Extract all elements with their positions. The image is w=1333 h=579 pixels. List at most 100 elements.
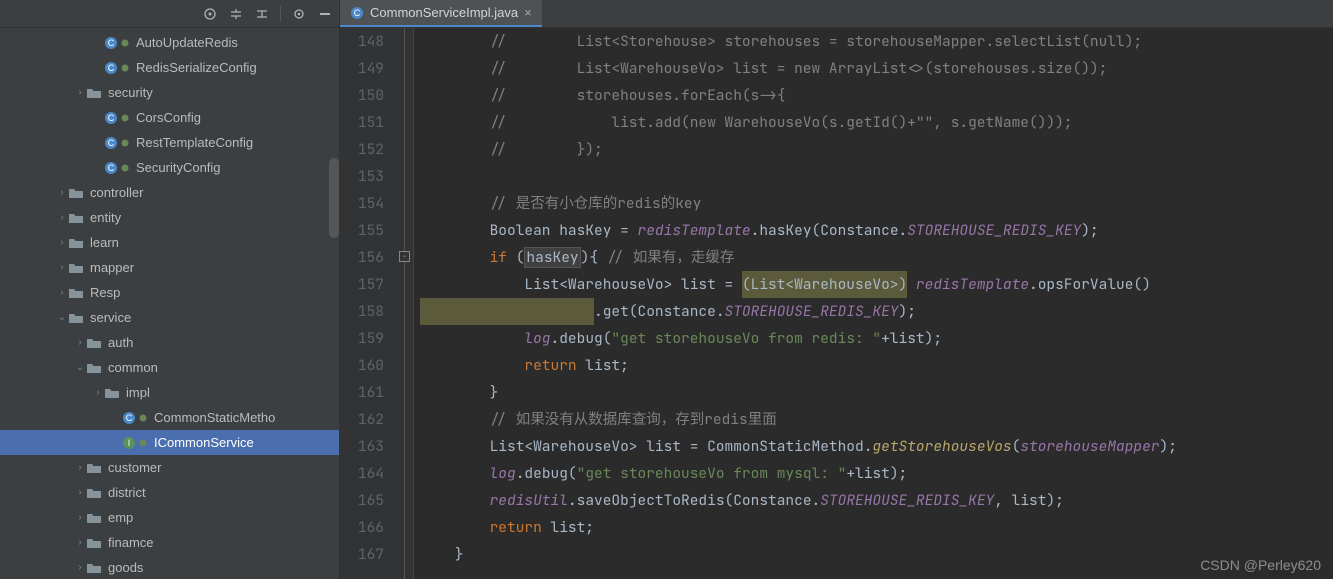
tree-item-goods[interactable]: ›goods — [0, 555, 339, 579]
expand-all-icon[interactable] — [228, 6, 244, 22]
tree-item-customer[interactable]: ›customer — [0, 455, 339, 480]
line-number: 153 — [340, 163, 384, 190]
code-line-163[interactable]: List<WarehouseVo> list = CommonStaticMet… — [420, 433, 1333, 460]
tree-arrow[interactable]: › — [74, 487, 86, 498]
close-icon[interactable]: × — [524, 5, 532, 20]
code-line-152[interactable]: // }); — [420, 136, 1333, 163]
tree-item-icommonservice[interactable]: IICommonService — [0, 430, 339, 455]
tree-item-security[interactable]: › security — [0, 80, 339, 105]
tree-arrow[interactable]: › — [74, 562, 86, 573]
code-line-160[interactable]: return list; — [420, 352, 1333, 379]
code-line-151[interactable]: // list.add(new WarehouseVo(s.getId()+""… — [420, 109, 1333, 136]
code-line-153[interactable] — [420, 163, 1333, 190]
folder-icon — [68, 236, 84, 250]
tree-item-common[interactable]: ⌄common — [0, 355, 339, 380]
folder-icon — [104, 386, 120, 400]
code-line-165[interactable]: redisUtil.saveObjectToRedis(Constance.ST… — [420, 487, 1333, 514]
tree-arrow[interactable]: › — [56, 212, 68, 223]
code-line-161[interactable]: } — [420, 379, 1333, 406]
code-line-167[interactable]: } — [420, 541, 1333, 568]
code-line-164[interactable]: log.debug("get storehouseVo from mysql: … — [420, 460, 1333, 487]
code-line-149[interactable]: // List<WarehouseVo> list = new ArrayLis… — [420, 55, 1333, 82]
tree-arrow[interactable]: › — [56, 187, 68, 198]
svg-text:C: C — [354, 8, 361, 18]
tree-item-controller[interactable]: › controller — [0, 180, 339, 205]
code-line-158[interactable]: .get(Constance.STOREHOUSE_REDIS_KEY); — [420, 298, 1333, 325]
code-area[interactable]: // List<Storehouse> storehouses = storeh… — [414, 28, 1333, 579]
code-line-157[interactable]: List<WarehouseVo> list = (List<Warehouse… — [420, 271, 1333, 298]
tree-item-impl[interactable]: › impl — [0, 380, 339, 405]
fold-marker[interactable]: − — [399, 251, 410, 262]
code-line-162[interactable]: // 如果没有从数据库查询，存到redis里面 — [420, 406, 1333, 433]
hide-icon[interactable] — [317, 6, 333, 22]
tree-scrollbar[interactable] — [329, 158, 339, 238]
tree-label: entity — [90, 210, 121, 225]
svg-text:C: C — [108, 163, 115, 173]
class-icon: C — [104, 111, 130, 125]
tree-item-mapper[interactable]: ›mapper — [0, 255, 339, 280]
project-tree[interactable]: C AutoUpdateRedis CRedisSerializeConfig › se… — [0, 28, 339, 579]
tree-label: AutoUpdateRedis — [136, 35, 238, 50]
tree-item-service[interactable]: ⌄service — [0, 305, 339, 330]
class-icon: C — [104, 36, 130, 50]
code-line-155[interactable]: Boolean hasKey = redisTemplate.hasKey(Co… — [420, 217, 1333, 244]
tree-label: controller — [90, 185, 143, 200]
tree-label: learn — [90, 235, 119, 250]
tree-arrow[interactable]: ⌄ — [56, 312, 68, 323]
tree-arrow[interactable]: › — [74, 337, 86, 348]
target-icon[interactable] — [202, 6, 218, 22]
line-number: 161 — [340, 379, 384, 406]
line-gutter: 1481491501511521531541551561571581591601… — [340, 28, 396, 579]
collapse-all-icon[interactable] — [254, 6, 270, 22]
tree-item-auth[interactable]: ›auth — [0, 330, 339, 355]
tree-label: security — [108, 85, 153, 100]
line-number: 159 — [340, 325, 384, 352]
code-line-156[interactable]: if (hasKey){ // 如果有，走缓存 — [420, 244, 1333, 271]
folder-icon — [68, 186, 84, 200]
code-line-150[interactable]: // storehouses.forEach(s->{ — [420, 82, 1333, 109]
tree-label: CorsConfig — [136, 110, 201, 125]
tree-arrow[interactable]: ⌄ — [74, 362, 86, 373]
code-line-166[interactable]: return list; — [420, 514, 1333, 541]
tree-arrow[interactable]: › — [56, 262, 68, 273]
tree-item-district[interactable]: ›district — [0, 480, 339, 505]
tree-item-emp[interactable]: › emp — [0, 505, 339, 530]
gear-icon[interactable] — [291, 6, 307, 22]
class-icon: C — [122, 411, 148, 425]
tree-arrow[interactable]: › — [74, 462, 86, 473]
tree-label: impl — [126, 385, 150, 400]
tree-item-commonstaticmetho[interactable]: CCommonStaticMetho — [0, 405, 339, 430]
tree-item-redisserializeconfig[interactable]: CRedisSerializeConfig — [0, 55, 339, 80]
code-line-148[interactable]: // List<Storehouse> storehouses = storeh… — [420, 28, 1333, 55]
folder-icon — [68, 261, 84, 275]
svg-text:C: C — [126, 413, 133, 423]
code-editor[interactable]: 1481491501511521531541551561571581591601… — [340, 28, 1333, 579]
tree-label: emp — [108, 510, 133, 525]
tree-arrow[interactable]: › — [92, 387, 104, 398]
tree-arrow[interactable]: › — [74, 87, 86, 98]
watermark: CSDN @Perley620 — [1200, 557, 1321, 573]
tree-arrow[interactable]: › — [74, 537, 86, 548]
tree-label: Resp — [90, 285, 120, 300]
tree-item-learn[interactable]: › learn — [0, 230, 339, 255]
tree-item-autoupdateredis[interactable]: C AutoUpdateRedis — [0, 30, 339, 55]
line-number: 162 — [340, 406, 384, 433]
tree-label: finamce — [108, 535, 154, 550]
tree-item-securityconfig[interactable]: CSecurityConfig — [0, 155, 339, 180]
tree-item-entity[interactable]: › entity — [0, 205, 339, 230]
folder-icon — [68, 286, 84, 300]
tree-item-resp[interactable]: › Resp — [0, 280, 339, 305]
tab-commonserviceimpl[interactable]: C CommonServiceImpl.java × — [340, 0, 542, 27]
tree-arrow[interactable]: › — [74, 512, 86, 523]
code-line-154[interactable]: // 是否有小仓库的redis的key — [420, 190, 1333, 217]
tree-arrow[interactable]: › — [56, 287, 68, 298]
tree-item-corsconfig[interactable]: C CorsConfig — [0, 105, 339, 130]
svg-text:C: C — [108, 63, 115, 73]
code-line-159[interactable]: log.debug("get storehouseVo from redis: … — [420, 325, 1333, 352]
tree-arrow[interactable]: › — [56, 237, 68, 248]
tree-item-resttemplateconfig[interactable]: CRestTemplateConfig — [0, 130, 339, 155]
iface-icon: I — [122, 436, 148, 450]
folder-icon — [86, 461, 102, 475]
tree-item-finamce[interactable]: › finamce — [0, 530, 339, 555]
fold-column[interactable]: − — [396, 28, 414, 579]
